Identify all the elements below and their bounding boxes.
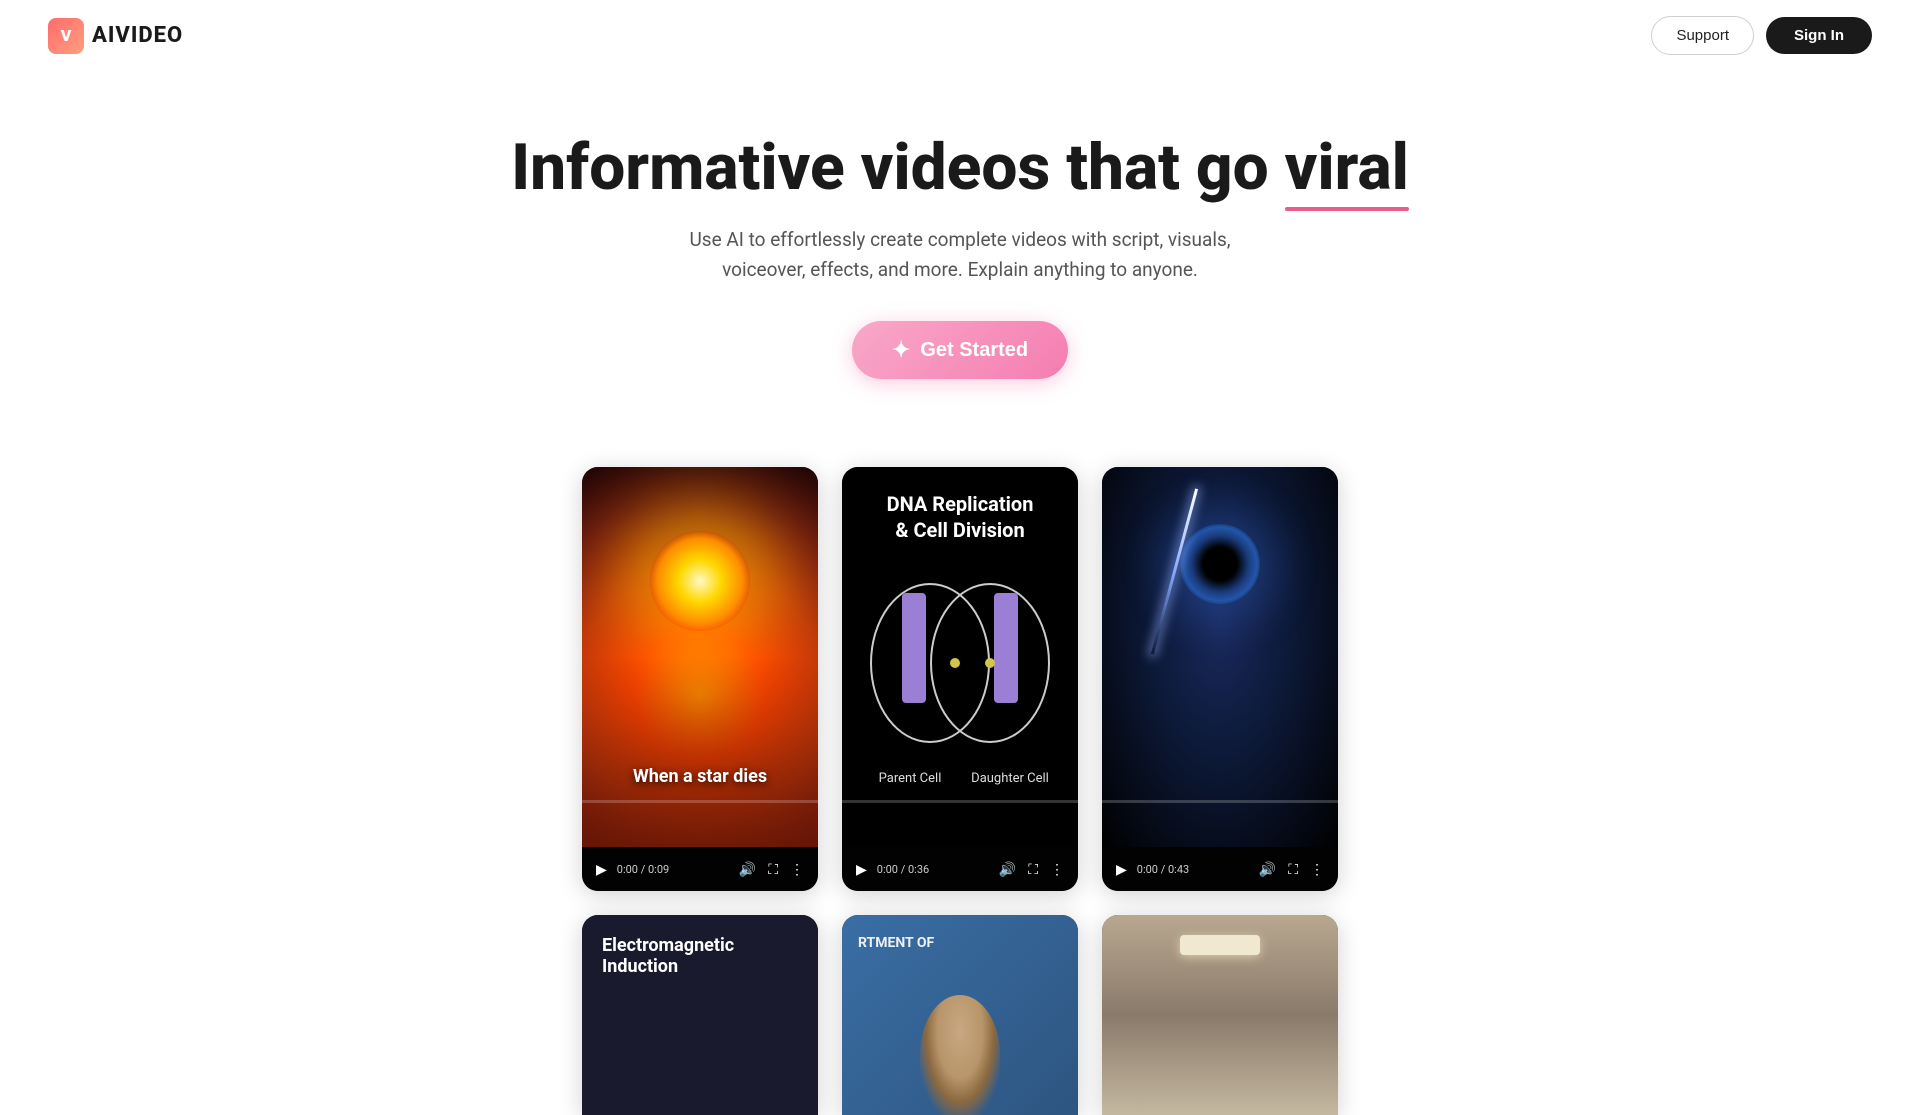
video-card-dna: DNA Replication & Cell Division Parent C… bbox=[842, 467, 1078, 891]
dept-text: RTMENT OF bbox=[858, 935, 934, 951]
more-button-2[interactable]: ⋮ bbox=[1048, 859, 1066, 880]
more-button-3[interactable]: ⋮ bbox=[1308, 859, 1326, 880]
logo-icon: V bbox=[48, 18, 84, 54]
navbar: V AIVIDEO Support Sign In bbox=[0, 0, 1920, 71]
play-button-2[interactable]: ▶ bbox=[854, 859, 869, 880]
dna-title: DNA Replication & Cell Division bbox=[887, 491, 1034, 543]
video-controls-3: ▶ 0:00 / 0:43 🔊 ⛶ ⋮ bbox=[1102, 847, 1338, 891]
video-card-blackhole: ▶ 0:00 / 0:43 🔊 ⛶ ⋮ bbox=[1102, 467, 1338, 891]
video-grid-row1: When a star dies ▶ 0:00 / 0:09 🔊 ⛶ ⋮ DNA… bbox=[0, 419, 1920, 891]
fullscreen-button-2[interactable]: ⛶ bbox=[1026, 859, 1040, 880]
thumbnail-star: When a star dies bbox=[582, 467, 818, 847]
volume-button-1[interactable]: 🔊 bbox=[737, 859, 758, 880]
fullscreen-button-1[interactable]: ⛶ bbox=[766, 859, 780, 880]
cell-bar-left bbox=[902, 593, 926, 703]
thumb-blackhole-bg bbox=[1102, 467, 1338, 847]
sparkle-icon: ✦ bbox=[892, 337, 910, 363]
time-display-2: 0:00 / 0:36 bbox=[877, 863, 989, 876]
thumb-star-bg bbox=[582, 467, 818, 847]
hero-title-highlight: viral bbox=[1285, 131, 1409, 205]
thumb-ceiling-bg bbox=[1102, 915, 1338, 1115]
daughter-cell-label: Daughter Cell bbox=[970, 771, 1050, 786]
progress-bar-3 bbox=[1102, 800, 1338, 803]
nav-buttons: Support Sign In bbox=[1651, 16, 1872, 55]
thumbnail-blackhole bbox=[1102, 467, 1338, 847]
more-button-1[interactable]: ⋮ bbox=[788, 859, 806, 880]
get-started-button[interactable]: ✦ Get Started bbox=[852, 321, 1068, 379]
dna-diagram bbox=[870, 563, 1050, 763]
thumb-em-bg: Electromagnetic Induction bbox=[582, 915, 818, 1115]
logo-area: V AIVIDEO bbox=[48, 18, 183, 54]
thumb-dna-bg: DNA Replication & Cell Division Parent C… bbox=[842, 467, 1078, 847]
video-grid-row2: Electromagnetic Induction RTMENT OF bbox=[0, 891, 1920, 1115]
video-card-star: When a star dies ▶ 0:00 / 0:09 🔊 ⛶ ⋮ bbox=[582, 467, 818, 891]
video-card-ceiling bbox=[1102, 915, 1338, 1115]
time-display-1: 0:00 / 0:09 bbox=[617, 863, 729, 876]
video-controls-2: ▶ 0:00 / 0:36 🔊 ⛶ ⋮ bbox=[842, 847, 1078, 891]
play-button-1[interactable]: ▶ bbox=[594, 859, 609, 880]
time-display-3: 0:00 / 0:43 bbox=[1137, 863, 1249, 876]
volume-button-2[interactable]: 🔊 bbox=[997, 859, 1018, 880]
thumbnail-dna: DNA Replication & Cell Division Parent C… bbox=[842, 467, 1078, 847]
hero-title: Informative videos that go viral bbox=[48, 131, 1872, 205]
fullscreen-button-3[interactable]: ⛶ bbox=[1286, 859, 1300, 880]
progress-bar-2 bbox=[842, 800, 1078, 803]
star-caption: When a star dies bbox=[582, 766, 818, 787]
signin-button[interactable]: Sign In bbox=[1766, 17, 1872, 54]
cell-labels: Parent Cell Daughter Cell bbox=[870, 771, 1050, 786]
video-card-em: Electromagnetic Induction bbox=[582, 915, 818, 1115]
get-started-label: Get Started bbox=[920, 339, 1028, 362]
play-button-3[interactable]: ▶ bbox=[1114, 859, 1129, 880]
volume-button-3[interactable]: 🔊 bbox=[1257, 859, 1278, 880]
progress-bar-1 bbox=[582, 800, 818, 803]
hero-section: Informative videos that go viral Use AI … bbox=[0, 71, 1920, 419]
parent-cell-label: Parent Cell bbox=[870, 771, 950, 786]
hero-subtitle: Use AI to effortlessly create complete v… bbox=[670, 225, 1250, 286]
video-card-person: RTMENT OF bbox=[842, 915, 1078, 1115]
video-controls-1: ▶ 0:00 / 0:09 🔊 ⛶ ⋮ bbox=[582, 847, 818, 891]
cell-bar-right bbox=[994, 593, 1018, 703]
thumb-person-bg: RTMENT OF bbox=[842, 915, 1078, 1115]
support-button[interactable]: Support bbox=[1651, 16, 1754, 55]
brand-name: AIVIDEO bbox=[92, 23, 183, 48]
em-title: Electromagnetic Induction bbox=[602, 935, 798, 977]
hero-title-part1: Informative videos that go bbox=[511, 130, 1284, 205]
